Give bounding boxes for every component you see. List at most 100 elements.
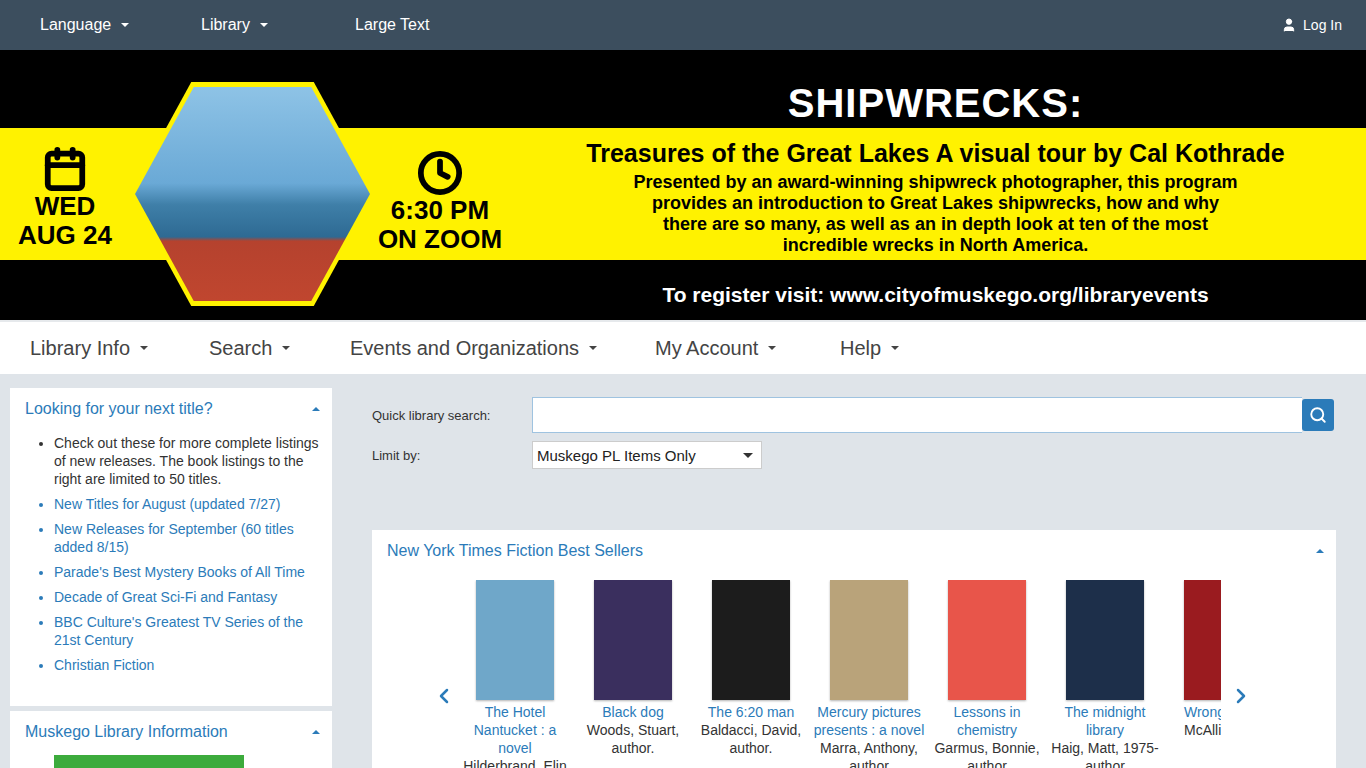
page: LanguageLibraryLarge TextLog InWEDAUG 24… <box>0 0 1366 768</box>
main-nav-item[interactable]: Events and Organizations <box>350 337 655 360</box>
top-menu-item[interactable]: Language <box>40 16 201 34</box>
banner-time: 6:30 PMON ZOOM <box>375 50 505 320</box>
banner-day: WED <box>35 192 96 221</box>
book-item[interactable]: The Hotel Nantucket : a novelHilderbrand… <box>456 580 574 768</box>
book-carousel: The Hotel Nantucket : a novelHilderbrand… <box>372 570 1336 768</box>
top-bar: LanguageLibraryLarge TextLog In <box>0 0 1366 50</box>
caret-icon <box>312 407 320 411</box>
book-item[interactable]: Lessons in chemistryGarmus, Bonnie, auth… <box>928 580 1046 768</box>
panel-intro: Check out these for more complete listin… <box>54 434 322 488</box>
banner-subtitle: Treasures of the Great Lakes A visual to… <box>586 138 1284 168</box>
book-cover <box>476 580 554 700</box>
banner-date-text: AUG 24 <box>18 221 112 250</box>
main-nav-item[interactable]: My Account <box>655 337 840 360</box>
carousel-next[interactable] <box>1229 678 1253 714</box>
caret-icon <box>140 346 148 350</box>
main-nav-item[interactable]: Library Info <box>30 337 209 360</box>
book-item[interactable]: The 6:20 manBaldacci, David, author. <box>692 580 810 768</box>
book-author: Marra, Anthony, author <box>813 739 925 768</box>
top-menu-item[interactable]: Large Text <box>355 16 475 34</box>
caret-icon <box>282 346 290 350</box>
book-title[interactable]: The midnight library <box>1049 703 1161 739</box>
banner-register: To register visit: www.cityofmuskego.org… <box>662 282 1208 308</box>
chevron-left-icon <box>432 680 456 712</box>
caret-icon <box>768 346 776 350</box>
panel-list: Check out these for more complete listin… <box>10 428 332 706</box>
panel-link[interactable]: Christian Fiction <box>54 656 322 674</box>
best-sellers-card: New York Times Fiction Best Sellers The H… <box>372 530 1336 768</box>
panel-link[interactable]: Parade's Best Mystery Books of All Time <box>54 563 322 581</box>
calendar-icon <box>42 146 88 192</box>
content: Looking for your next title? Check out th… <box>0 374 1366 768</box>
banner-text: SHIPWRECKS:Treasures of the Great Lakes … <box>505 50 1366 320</box>
panel-header[interactable]: Looking for your next title? <box>10 388 332 428</box>
caret-icon <box>260 23 268 27</box>
book-title[interactable]: The Hotel Nantucket : a novel <box>459 703 571 757</box>
card-header[interactable]: New York Times Fiction Best Sellers <box>372 530 1336 570</box>
book-item[interactable]: Black dogWoods, Stuart, author. <box>574 580 692 768</box>
caret-icon <box>312 730 320 734</box>
book-cover <box>1066 580 1144 700</box>
presenter-photo-frame <box>130 82 375 306</box>
panel-link[interactable]: BBC Culture's Greatest TV Series of the … <box>54 613 322 649</box>
presenter-photo <box>135 87 370 301</box>
library-info-button[interactable] <box>54 755 244 768</box>
book-author: Garmus, Bonnie, author <box>931 739 1043 768</box>
caret-icon <box>121 23 129 27</box>
book-title[interactable]: Mercury pictures presents : a novel <box>813 703 925 739</box>
sidebar-panel: Looking for your next title? Check out th… <box>10 388 332 706</box>
search-row <box>532 397 1336 433</box>
login-link[interactable]: Log In <box>1281 17 1342 33</box>
main-nav: Library InfoSearchEvents and Organizatio… <box>0 320 1366 374</box>
sidebar: Looking for your next title? Check out th… <box>10 388 332 768</box>
top-menu-item[interactable]: Library <box>201 16 355 34</box>
search-form: Quick library search: Limit by:Muskego PL… <box>372 397 1336 469</box>
search-icon <box>1309 406 1327 424</box>
search-input[interactable] <box>532 397 1302 433</box>
panel-header[interactable]: Muskego Library Information <box>10 711 332 751</box>
banner-time-text: 6:30 PM <box>391 196 489 225</box>
book-item[interactable]: WrongMcAlliste <box>1164 580 1221 768</box>
book-author: Woods, Stuart, author. <box>577 721 689 757</box>
caret-icon <box>891 346 899 350</box>
panel-link[interactable]: Decade of Great Sci-Fi and Fantasy <box>54 588 322 606</box>
book-item[interactable]: The midnight libraryHaig, Matt, 1975- au… <box>1046 580 1164 768</box>
carousel-viewport: The Hotel Nantucket : a novelHilderbrand… <box>456 580 1221 768</box>
book-title[interactable]: Black dog <box>577 703 689 721</box>
main-nav-item[interactable]: Search <box>209 337 350 360</box>
banner-venue: ON ZOOM <box>378 225 502 254</box>
book-cover <box>948 580 1026 700</box>
book-author: Haig, Matt, 1975- author <box>1049 739 1161 768</box>
book-cover <box>712 580 790 700</box>
clock-icon <box>417 150 463 196</box>
book-author: Hilderbrand, Elin <box>459 757 571 768</box>
user-icon <box>1281 17 1297 33</box>
main-nav-item[interactable]: Help <box>840 337 960 360</box>
limit-select[interactable]: Muskego PL Items Only <box>532 441 762 469</box>
book-cover <box>1184 580 1221 700</box>
book-item[interactable]: Mercury pictures presents : a novelMarra… <box>810 580 928 768</box>
top-menu: LanguageLibraryLarge Text <box>40 16 1281 34</box>
book-cover <box>594 580 672 700</box>
sidebar-panel: Muskego Library Information <box>10 711 332 768</box>
book-cover <box>830 580 908 700</box>
book-title[interactable]: The 6:20 man <box>695 703 807 721</box>
banner-description: Presented by an award-winning shipwreck … <box>633 172 1237 256</box>
book-title[interactable]: Wrong <box>1184 703 1221 721</box>
chevron-right-icon <box>1229 680 1253 712</box>
search-label: Quick library search: <box>372 408 532 423</box>
panel-link[interactable]: New Titles for August (updated 7/27) <box>54 495 322 513</box>
book-author: McAlliste <box>1184 721 1221 739</box>
caret-icon <box>1316 549 1324 553</box>
carousel-prev[interactable] <box>432 678 456 714</box>
event-banner[interactable]: WEDAUG 24 6:30 PMON ZOOMSHIPWRECKS:Treasu… <box>0 50 1366 320</box>
book-author: Baldacci, David, author. <box>695 721 807 757</box>
search-button[interactable] <box>1302 399 1334 431</box>
main: Quick library search: Limit by:Muskego PL… <box>372 388 1336 768</box>
limit-label: Limit by: <box>372 448 532 463</box>
banner-date: WEDAUG 24 <box>0 50 130 320</box>
panel-link[interactable]: New Releases for September (60 titles ad… <box>54 520 322 556</box>
caret-icon <box>743 453 753 458</box>
caret-icon <box>589 346 597 350</box>
book-title[interactable]: Lessons in chemistry <box>931 703 1043 739</box>
